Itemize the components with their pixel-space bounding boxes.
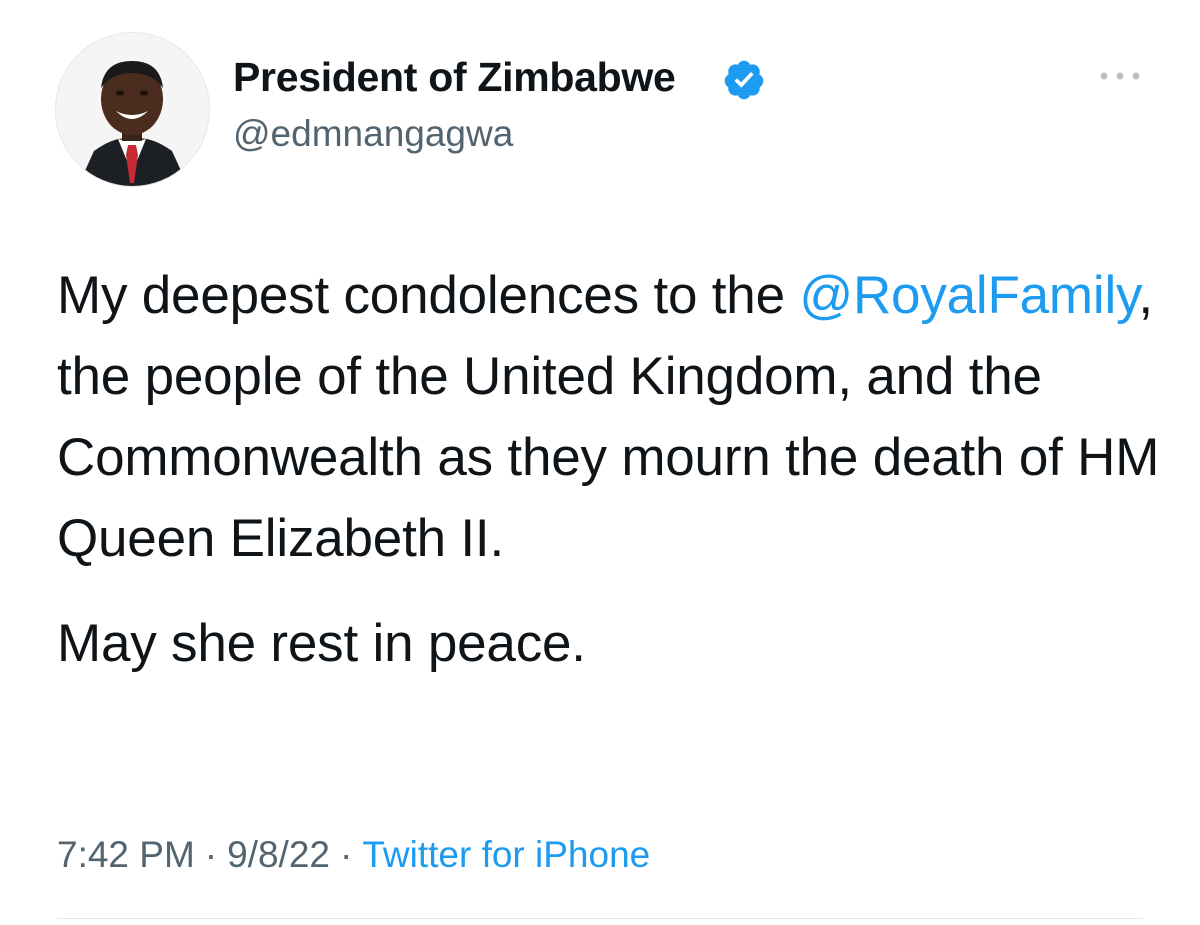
tweet-text: My deepest condolences to the @RoyalFami… [57,255,1167,684]
meta-separator: · [204,834,218,875]
tweet-date[interactable]: 9/8/22 [227,834,330,875]
tweet-source-link[interactable]: Twitter for iPhone [362,834,650,875]
more-options-icon[interactable] [1094,62,1146,90]
tweet-metadata: 7:42 PM · 9/8/22 · Twitter for iPhone [57,834,650,876]
avatar[interactable] [56,33,209,186]
tweet-paragraph: My deepest condolences to the @RoyalFami… [57,255,1167,579]
username-handle[interactable]: @edmnangagwa [233,113,513,155]
profile-photo [56,33,209,186]
verified-badge-icon [724,60,764,100]
display-name[interactable]: President of Zimbabwe [233,54,676,101]
tweet-text-start: My deepest condolences to the [57,266,800,325]
mention-link[interactable]: @RoyalFamily [799,266,1138,325]
tweet-time[interactable]: 7:42 PM [57,834,195,875]
divider [57,918,1143,919]
tweet-paragraph-2: May she rest in peace. [57,614,586,673]
meta-separator: · [340,834,353,875]
tweet-card: President of Zimbabwe @edmnangagwa My de… [0,0,1200,925]
